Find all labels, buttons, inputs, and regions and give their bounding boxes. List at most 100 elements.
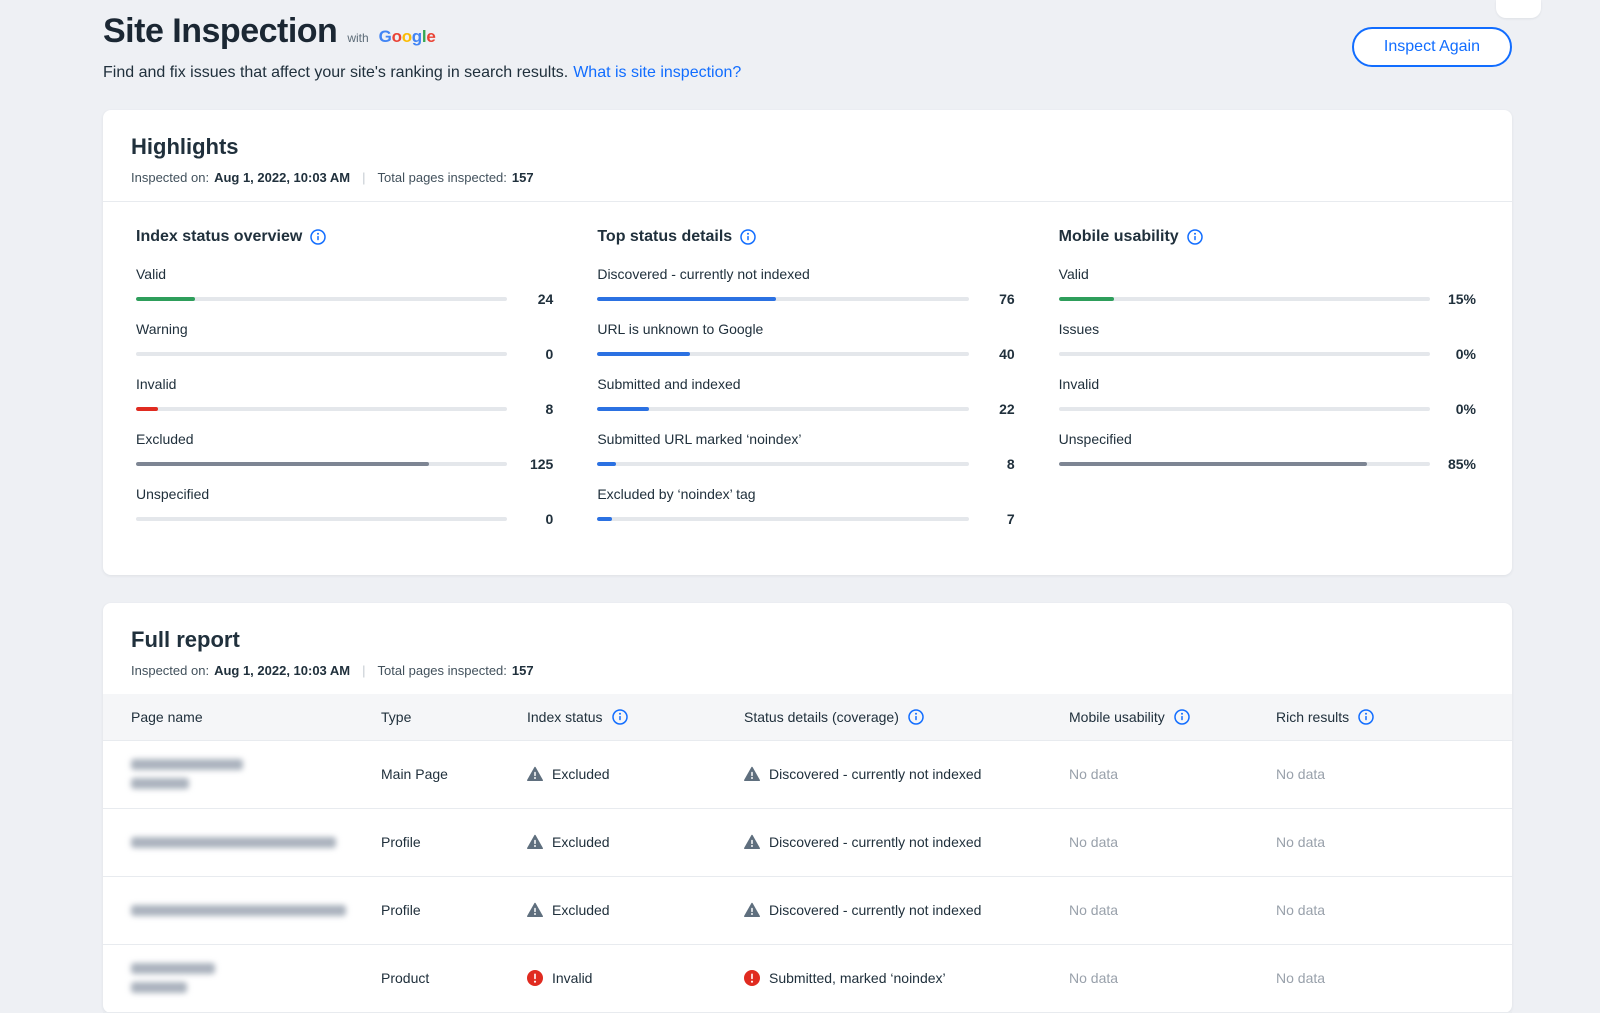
page-title: Site Inspection xyxy=(103,12,337,51)
info-icon[interactable] xyxy=(1187,229,1203,245)
stat-value: 8 xyxy=(507,401,553,417)
table-row[interactable]: ProfileExcludedDiscovered - currently no… xyxy=(103,808,1512,876)
status-details-label: Discovered - currently not indexed xyxy=(769,834,981,850)
index-status: Excluded xyxy=(527,834,744,850)
warning-icon xyxy=(744,902,760,918)
table-row[interactable]: Main PageExcludedDiscovered - currently … xyxy=(103,740,1512,808)
page-header: Site Inspection with Google Find and fix… xyxy=(103,0,1512,82)
stat-bar-fill xyxy=(597,462,616,466)
total-pages-label: Total pages inspected: xyxy=(378,663,507,678)
highlights-column-title: Index status overview xyxy=(136,228,553,246)
info-icon[interactable] xyxy=(310,229,326,245)
stat-row: Unspecified 0 xyxy=(136,486,553,527)
column-header: Page name xyxy=(103,694,381,740)
stat-label: Invalid xyxy=(1059,376,1476,392)
stat-row: Submitted and indexed 22 xyxy=(597,376,1014,417)
stat-row: Unspecified85% xyxy=(1059,431,1476,472)
highlights-column-title: Mobile usability xyxy=(1059,228,1476,246)
full-report-card: Full report Inspected on: Aug 1, 2022, 1… xyxy=(103,603,1512,1013)
stat-value: 8 xyxy=(969,456,1015,472)
highlights-column-title: Top status details xyxy=(597,228,1014,246)
table-row[interactable]: ProfileExcludedDiscovered - currently no… xyxy=(103,876,1512,944)
column-header: Rich results xyxy=(1276,694,1512,740)
rich-results-value: No data xyxy=(1276,944,1512,1012)
stat-label: Submitted URL marked ‘noindex’ xyxy=(597,431,1014,447)
index-status-label: Excluded xyxy=(552,902,610,918)
stat-label: Excluded xyxy=(136,431,553,447)
stat-bar xyxy=(597,407,968,411)
mobile-usability-value: No data xyxy=(1069,740,1276,808)
info-icon[interactable] xyxy=(908,709,924,725)
stat-bar xyxy=(1059,352,1430,356)
stat-bar xyxy=(597,517,968,521)
highlights-card: Highlights Inspected on: Aug 1, 2022, 10… xyxy=(103,110,1512,575)
stat-value: 0 xyxy=(507,511,553,527)
stat-bar-fill xyxy=(597,297,775,301)
highlights-column: Index status overview Valid 24 Warning0 Inva… xyxy=(136,228,553,541)
stat-row: Excluded125 xyxy=(136,431,553,472)
warning-icon xyxy=(744,766,760,782)
stat-label: Valid xyxy=(136,266,553,282)
stat-row: Warning0 xyxy=(136,321,553,362)
stat-value: 22 xyxy=(969,401,1015,417)
rich-results-value: No data xyxy=(1276,876,1512,944)
stat-value: 24 xyxy=(507,291,553,307)
info-icon[interactable] xyxy=(1358,709,1374,725)
full-report-title: Full report xyxy=(131,627,1484,653)
total-pages-label: Total pages inspected: xyxy=(378,170,507,185)
mobile-usability-value: No data xyxy=(1069,876,1276,944)
error-icon xyxy=(744,970,760,986)
index-status: Excluded xyxy=(527,766,744,782)
google-logo-letter: o xyxy=(402,27,412,46)
stat-bar-fill xyxy=(597,517,612,521)
mobile-usability-value: No data xyxy=(1069,808,1276,876)
stat-label: Unspecified xyxy=(136,486,553,502)
stat-row: Invalid8 xyxy=(136,376,553,417)
stat-bar xyxy=(1059,407,1430,411)
page-name-redacted xyxy=(131,963,381,993)
stat-row: Valid15% xyxy=(1059,266,1476,307)
stat-value: 0% xyxy=(1430,401,1476,417)
index-status-label: Excluded xyxy=(552,766,610,782)
google-logo-letter: G xyxy=(379,27,392,46)
stat-value: 76 xyxy=(969,291,1015,307)
info-icon[interactable] xyxy=(740,229,756,245)
what-is-site-inspection-link[interactable]: What is site inspection? xyxy=(573,64,741,81)
page-subtitle: Find and fix issues that affect your sit… xyxy=(103,64,568,81)
stat-label: Issues xyxy=(1059,321,1476,337)
stat-label: Submitted and indexed xyxy=(597,376,1014,392)
stat-label: URL is unknown to Google xyxy=(597,321,1014,337)
table-row[interactable]: ProductInvalidSubmitted, marked ‘noindex… xyxy=(103,944,1512,1012)
info-icon[interactable] xyxy=(612,709,628,725)
page-name-redacted xyxy=(131,759,381,789)
status-details-label: Submitted, marked ‘noindex’ xyxy=(769,970,946,986)
stat-bar-fill xyxy=(1059,462,1367,466)
stat-bar xyxy=(597,297,968,301)
status-details: Discovered - currently not indexed xyxy=(744,766,1069,782)
info-icon[interactable] xyxy=(1174,709,1190,725)
highlights-column: Mobile usabilityValid15%Issues0%Invalid0… xyxy=(1059,228,1476,541)
highlights-columns: Index status overview Valid 24 Warning0 Inva… xyxy=(103,201,1512,575)
stat-bar xyxy=(136,407,507,411)
floating-widget[interactable] xyxy=(1496,0,1541,18)
inspect-again-button[interactable]: Inspect Again xyxy=(1352,27,1512,67)
page-subtitle-row: Find and fix issues that affect your sit… xyxy=(103,64,741,82)
status-details-label: Discovered - currently not indexed xyxy=(769,766,981,782)
page-type: Product xyxy=(381,944,527,1012)
stat-bar xyxy=(597,352,968,356)
report-card-head: Full report Inspected on: Aug 1, 2022, 1… xyxy=(103,603,1512,694)
stat-bar xyxy=(136,462,507,466)
status-details: Submitted, marked ‘noindex’ xyxy=(744,970,1069,986)
stat-bar xyxy=(136,517,507,521)
index-status-label: Excluded xyxy=(552,834,610,850)
column-header: Index status xyxy=(527,694,744,740)
status-details-label: Discovered - currently not indexed xyxy=(769,902,981,918)
stat-bar xyxy=(1059,297,1430,301)
warning-icon xyxy=(527,766,543,782)
total-pages-value: 157 xyxy=(512,170,534,185)
index-status: Excluded xyxy=(527,902,744,918)
meta-separator: | xyxy=(362,663,365,678)
stat-bar xyxy=(597,462,968,466)
highlights-column: Top status detailsDiscovered - currently… xyxy=(597,228,1014,541)
stat-bar xyxy=(1059,462,1430,466)
